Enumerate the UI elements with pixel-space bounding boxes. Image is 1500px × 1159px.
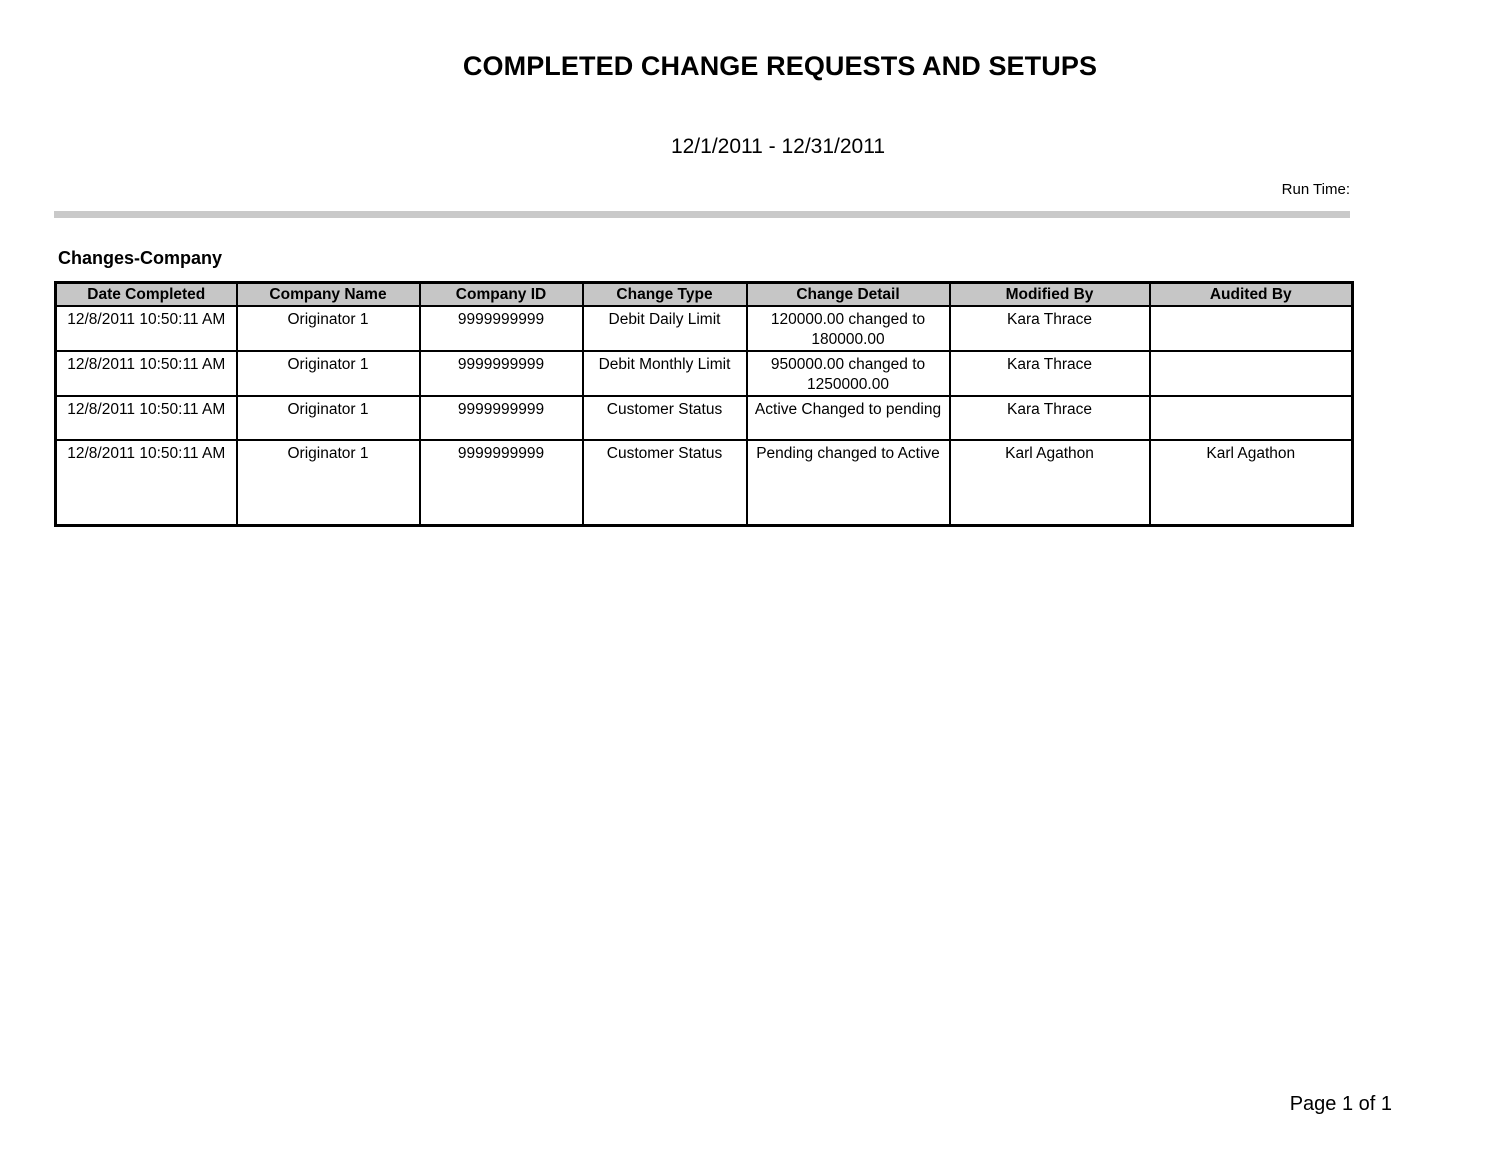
cell-audited-by	[1148, 350, 1354, 397]
cell-text: Active Changed to pending	[754, 401, 942, 418]
table-header: Date Completed Company Name Company ID C…	[54, 281, 1354, 307]
cell-company-id: 9999999999	[418, 395, 584, 441]
cell-text: 9999999999	[457, 401, 545, 418]
table-header-row: Date Completed Company Name Company ID C…	[54, 281, 1354, 307]
column-header-change-type: Change Type	[581, 281, 748, 307]
cell-text: Originator 1	[287, 401, 369, 418]
cell-text: 9999999999	[457, 311, 545, 328]
cell-company-name: Originator 1	[235, 395, 421, 441]
cell-audited-by: Karl Agathon	[1148, 439, 1354, 527]
cell-text: 12/8/2011 10:50:11 AM	[67, 401, 226, 418]
page-footer: Page 1 of 1	[1289, 1093, 1392, 1115]
cell-date-completed: 12/8/2011 10:50:11 AM	[54, 439, 238, 527]
cell-text: Kara Thrace	[1006, 401, 1092, 418]
cell-date-completed: 12/8/2011 10:50:11 AM	[54, 350, 238, 397]
cell-text: Karl Agathon	[1005, 445, 1094, 462]
report-page: COMPLETED CHANGE REQUESTS AND SETUPS 12/…	[0, 0, 1500, 1159]
cell-text: Kara Thrace	[1006, 311, 1092, 328]
column-header-company-id: Company ID	[418, 281, 584, 307]
cell-modified-by: Kara Thrace	[948, 350, 1151, 397]
table-body: 12/8/2011 10:50:11 AM Originator 1 99999…	[54, 305, 1354, 527]
cell-text: 12/8/2011 10:50:11 AM	[67, 311, 226, 328]
cell-company-name: Originator 1	[235, 305, 421, 352]
cell-text: Originator 1	[287, 445, 369, 462]
column-header-modified-by: Modified By	[948, 281, 1151, 307]
cell-company-name: Originator 1	[235, 439, 421, 527]
cell-change-detail: 120000.00 changed to 180000.00	[745, 305, 951, 352]
cell-change-detail: 950000.00 changed to 1250000.00	[745, 350, 951, 397]
cell-text: Originator 1	[287, 311, 369, 328]
cell-text: Karl Agathon	[1206, 445, 1296, 462]
cell-change-type: Debit Daily Limit	[581, 305, 748, 352]
cell-text: Customer Status	[606, 445, 723, 462]
cell-modified-by: Kara Thrace	[948, 395, 1151, 441]
cell-text: Debit Daily Limit	[608, 311, 721, 328]
column-header-change-detail: Change Detail	[745, 281, 951, 307]
cell-change-type: Customer Status	[581, 439, 748, 527]
cell-change-detail: Pending changed to Active	[745, 439, 951, 527]
cell-text: 120000.00 changed to 180000.00	[770, 311, 926, 348]
cell-company-id: 9999999999	[418, 305, 584, 352]
cell-audited-by	[1148, 305, 1354, 352]
cell-text: Pending changed to Active	[756, 445, 940, 462]
cell-company-name: Originator 1	[235, 350, 421, 397]
section-heading: Changes-Company	[58, 248, 223, 268]
header-separator-rule	[54, 211, 1350, 218]
cell-text: Customer Status	[606, 401, 723, 418]
table-row: 12/8/2011 10:50:11 AM Originator 1 99999…	[54, 395, 1354, 441]
cell-change-detail: Active Changed to pending	[745, 395, 951, 441]
changes-company-table: Date Completed Company Name Company ID C…	[54, 281, 1354, 527]
cell-text: 950000.00 changed to 1250000.00	[770, 356, 926, 393]
table-row: 12/8/2011 10:50:11 AM Originator 1 99999…	[54, 439, 1354, 527]
cell-date-completed: 12/8/2011 10:50:11 AM	[54, 305, 238, 352]
column-header-company-name: Company Name	[235, 281, 421, 307]
run-time-label: Run Time:	[1281, 181, 1350, 198]
cell-change-type: Debit Monthly Limit	[581, 350, 748, 397]
report-title: COMPLETED CHANGE REQUESTS AND SETUPS	[462, 51, 1098, 81]
column-header-audited-by: Audited By	[1148, 281, 1354, 307]
cell-date-completed: 12/8/2011 10:50:11 AM	[54, 395, 238, 441]
report-date-range: 12/1/2011 - 12/31/2011	[670, 135, 886, 158]
table-row: 12/8/2011 10:50:11 AM Originator 1 99999…	[54, 305, 1354, 352]
cell-company-id: 9999999999	[418, 350, 584, 397]
cell-text: Debit Monthly Limit	[598, 356, 731, 373]
cell-text: 9999999999	[457, 356, 545, 373]
cell-modified-by: Karl Agathon	[948, 439, 1151, 527]
table-row: 12/8/2011 10:50:11 AM Originator 1 99999…	[54, 350, 1354, 397]
cell-text: Kara Thrace	[1006, 356, 1092, 373]
cell-modified-by: Kara Thrace	[948, 305, 1151, 352]
cell-company-id: 9999999999	[418, 439, 584, 527]
cell-text: 9999999999	[457, 445, 545, 462]
column-header-date-completed: Date Completed	[54, 281, 238, 307]
cell-text: 12/8/2011 10:50:11 AM	[67, 445, 226, 462]
cell-text: Originator 1	[287, 356, 369, 373]
cell-change-type: Customer Status	[581, 395, 748, 441]
cell-audited-by	[1148, 395, 1354, 441]
cell-text: 12/8/2011 10:50:11 AM	[67, 356, 226, 373]
